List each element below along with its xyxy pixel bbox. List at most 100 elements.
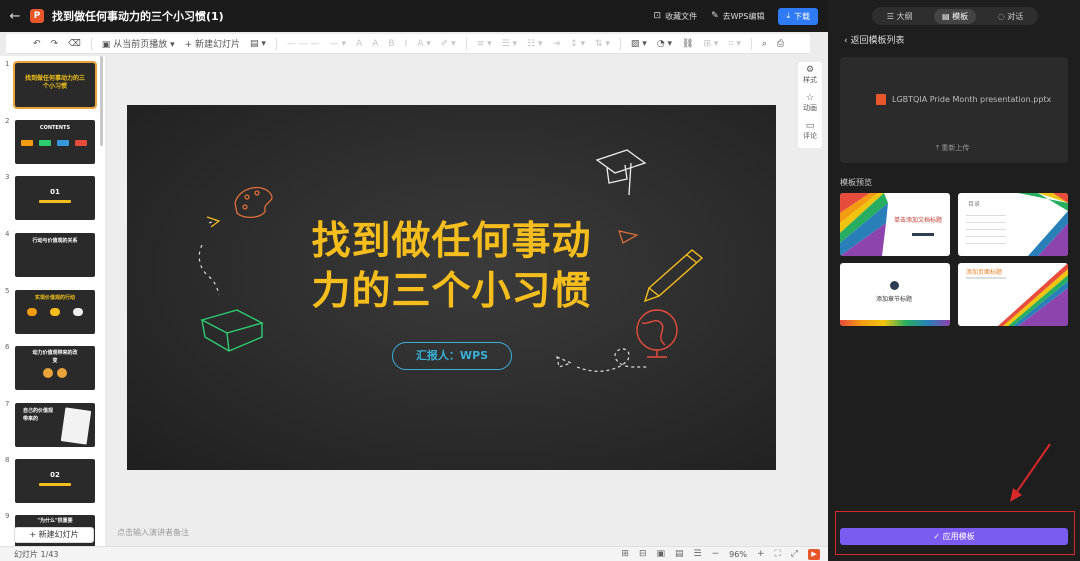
font-family-select[interactable]: — — — [284, 39, 323, 49]
decrease-font-icon[interactable]: A [369, 39, 381, 49]
format-painter-icon[interactable]: ⌫ [65, 39, 84, 49]
play-slideshow-icon[interactable]: ▶ [808, 548, 820, 560]
undo-icon[interactable]: ↶ [30, 39, 44, 49]
italic-icon[interactable]: I [402, 39, 411, 49]
search-icon[interactable]: ⌕ [759, 39, 770, 49]
app-logo: P [30, 9, 44, 23]
collect-button[interactable]: ⊡ 收藏文件 [654, 11, 698, 22]
notes-view-icon[interactable]: ☰ [694, 549, 702, 559]
highlight-annotation-box [835, 511, 1075, 555]
tab-template[interactable]: ▤ 模板 [934, 8, 977, 24]
file-name-label: LGBTQIA Pride Month presentation.pptx [892, 95, 1052, 104]
text-direction-icon[interactable]: ⇅ ▾ [592, 39, 613, 49]
slide-thumbnail[interactable]: 找到做任何事动力的三个小习惯 [13, 61, 97, 109]
template-preview-3[interactable]: 添加章节标题 [840, 263, 950, 326]
thumbnail-row[interactable]: 6 动力价值观带来的改变 [0, 343, 100, 391]
redo-icon[interactable]: ↷ [48, 39, 62, 49]
layout-icon[interactable]: ▤ ▾ [247, 39, 269, 49]
slide-thumbnail[interactable]: 01 [15, 176, 95, 220]
thumbnail-row[interactable]: 3 01 [0, 173, 100, 221]
link-icon[interactable]: ⛓ [679, 39, 696, 49]
status-controls: ⊞ ⊟ ▣ ▤ ☰ − 96% + ⛶ ⤢ ▶ [621, 548, 828, 560]
slide-thumbnail[interactable]: 行动与价值观的关系 [15, 233, 95, 277]
collect-label: 收藏文件 [665, 11, 698, 21]
download-button[interactable]: ⤓ 下载 [778, 7, 818, 25]
font-color-icon[interactable]: A ▾ [414, 39, 434, 49]
new-slide-button[interactable]: + 新建幻灯片 [14, 527, 94, 543]
back-to-list-label: 返回模板列表 [850, 36, 905, 46]
highlight-icon[interactable]: ✐ ▾ [438, 39, 459, 49]
thumbnail-row[interactable]: 2 CONTENTS [0, 117, 100, 165]
thumbnail-row[interactable]: 1 找到做任何事动力的三个小习惯 [0, 60, 100, 109]
new-slide-toolbar-button[interactable]: + 新建幻灯片 [182, 37, 243, 50]
tab-outline[interactable]: ☰ 大纲 [879, 9, 921, 24]
grid-view-icon[interactable]: ⊞ [621, 549, 629, 559]
play-from-current-button[interactable]: ▣ 从当前页播放 ▾ [99, 37, 178, 50]
thumbnail-row[interactable]: 5 实现价值观的行动 [0, 287, 100, 335]
reporter-label[interactable]: 汇报人：WPS [392, 342, 512, 370]
thumbnail-title: 行动与价值观的关系 [32, 238, 78, 244]
to-wps-button[interactable]: ✎ 去WPS编辑 [711, 11, 764, 22]
edit-icon: ✎ [711, 11, 719, 21]
status-bar: 幻灯片 1/43 ⊞ ⊟ ▣ ▤ ☰ − 96% + ⛶ ⤢ ▶ [0, 546, 828, 561]
bullet-list-icon[interactable]: ☰ ▾ [499, 39, 520, 49]
number-list-icon[interactable]: ☷ ▾ [524, 39, 545, 49]
thumbnail-row[interactable]: 4 行动与价值观的关系 [0, 230, 100, 278]
to-wps-label: 去WPS编辑 [722, 11, 765, 21]
animation-tool-button[interactable]: ☆ 动画 [798, 90, 822, 118]
dotted-path-right [556, 348, 647, 372]
slide-thumbnails-panel: 1 找到做任何事动力的三个小习惯 2 CONTENTS 3 01 4 行动与价值… [0, 56, 105, 546]
reading-view-icon[interactable]: ▤ [675, 549, 684, 559]
normal-view-icon[interactable]: ▣ [657, 549, 666, 559]
style-tool-button[interactable]: ⚙ 样式 [798, 62, 822, 90]
align-icon[interactable]: ≡ ▾ [474, 39, 495, 49]
increase-font-icon[interactable]: A [353, 39, 365, 49]
back-arrow-icon[interactable]: ← [0, 9, 30, 24]
indent-icon[interactable]: ⇥ [550, 39, 564, 49]
zoom-in-icon[interactable]: + [757, 549, 765, 559]
rainbow-stripes-left [840, 193, 888, 256]
speaker-notes-input[interactable]: 点击输入演讲者备注 [117, 527, 189, 538]
thumbnails-scrollbar[interactable] [100, 56, 103, 146]
thumbnail-bar [50, 308, 60, 316]
template-preview-1[interactable]: 单击添加文档标题 [840, 193, 950, 256]
thumbnail-row[interactable]: 8 02 [0, 456, 100, 504]
image-icon[interactable]: ▨ ▾ [628, 39, 650, 49]
crop-icon[interactable]: ⌗ ▾ [725, 39, 743, 49]
download-label: 下载 [794, 11, 810, 21]
thumbnail-bar [57, 368, 67, 378]
thumbnail-bar [73, 308, 83, 316]
zoom-level[interactable]: 96% [729, 550, 747, 559]
zoom-out-icon[interactable]: − [712, 549, 720, 559]
gear-icon: ⚙ [805, 65, 815, 75]
fullscreen-icon[interactable]: ⤢ [791, 549, 798, 559]
tab-outline-label: 大纲 [896, 11, 913, 21]
uploaded-file: LGBTQIA Pride Month presentation.pptx [876, 94, 1051, 105]
thumbnail-number: 5 [5, 287, 10, 295]
reupload-button[interactable]: ⤒ 重新上传 [936, 143, 969, 153]
slide-thumbnail[interactable]: 自己的价值观带来的 [15, 403, 95, 447]
slide-thumbnail[interactable]: 动力价值观带来的改变 [15, 346, 95, 390]
fit-window-icon[interactable]: ⛶ [774, 549, 780, 559]
current-slide[interactable]: 找到做任何事动 力的三个小习惯 汇报人：WPS [127, 105, 776, 470]
slide-thumbnail[interactable]: 实现价值观的行动 [15, 290, 95, 334]
template-preview-2[interactable]: 目录 [958, 193, 1068, 256]
shape-icon[interactable]: ◔ ▾ [654, 39, 675, 49]
print-icon[interactable]: ⎙ [774, 39, 787, 49]
back-to-template-list[interactable]: ‹ 返回模板列表 [844, 33, 905, 46]
tab-chat[interactable]: ◌ 对话 [990, 9, 1032, 24]
sorter-view-icon[interactable]: ⊟ [639, 549, 647, 559]
slide-thumbnail[interactable]: CONTENTS [15, 120, 95, 164]
slide-thumbnail[interactable]: 02 [15, 459, 95, 503]
font-size-select[interactable]: — ▾ [327, 39, 349, 49]
template-1-title: 单击添加文档标题 [894, 217, 943, 224]
bold-icon[interactable]: B [385, 39, 397, 49]
uploaded-template-card: LGBTQIA Pride Month presentation.pptx ⤒ … [840, 57, 1068, 163]
template-preview-4[interactable]: 添加页面标题 [958, 263, 1068, 326]
arrange-icon[interactable]: ⊞ ▾ [700, 39, 721, 49]
top-bar: ← P 找到做任何事动力的三个小习惯(1) ⊡ 收藏文件 ✎ 去WPS编辑 ⤓ 下载 [0, 0, 828, 32]
line-spacing-icon[interactable]: ↕ ▾ [567, 39, 588, 49]
thumbnail-row[interactable]: 7 自己的价值观带来的 [0, 400, 100, 448]
slide-title[interactable]: 找到做任何事动 力的三个小习惯 [127, 217, 776, 317]
comment-tool-button[interactable]: ▭ 评论 [798, 118, 822, 146]
